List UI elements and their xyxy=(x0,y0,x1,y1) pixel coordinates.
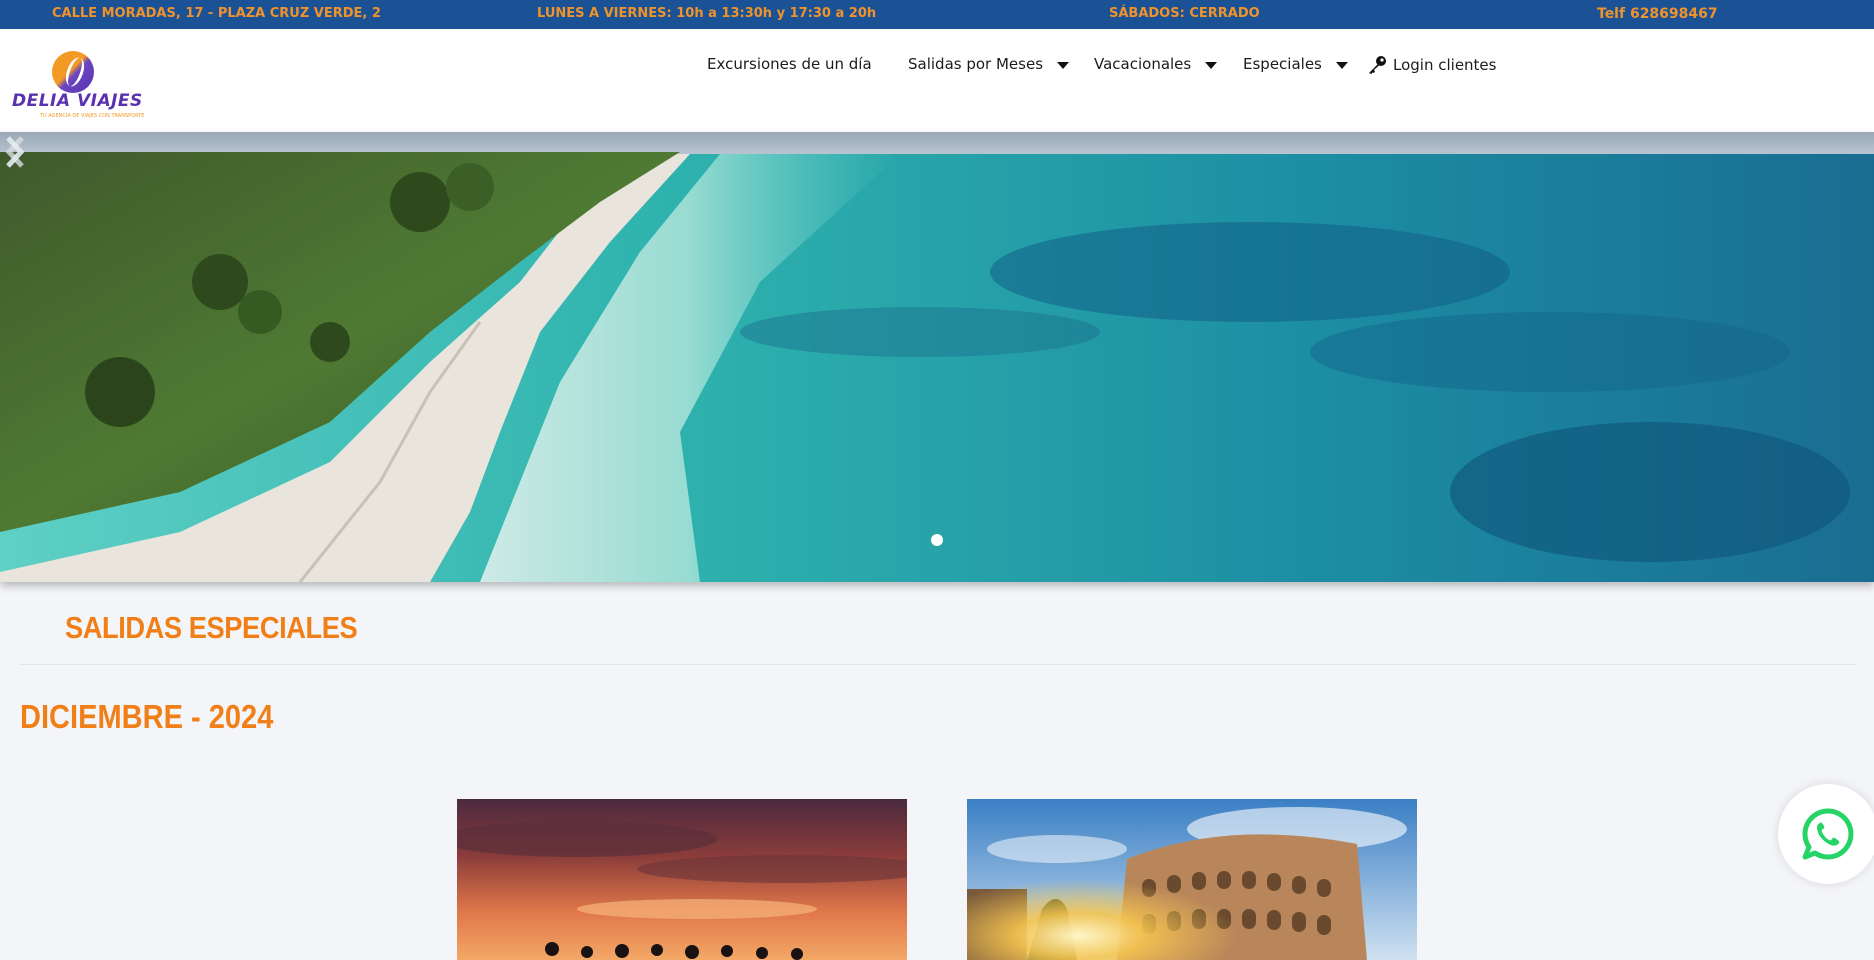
nav-item-especiales[interactable]: Especiales xyxy=(1243,55,1348,73)
nav-item-label: Login clientes xyxy=(1393,56,1497,74)
trip-card-colosseum[interactable] xyxy=(967,799,1417,960)
hero-slider[interactable] xyxy=(0,132,1874,582)
nav-item-label: Excursiones de un día xyxy=(707,55,872,73)
address-text: CALLE MORADAS, 17 - PLAZA CRUZ VERDE, 2 xyxy=(52,6,381,21)
next-slide-chevron-right-icon[interactable] xyxy=(0,132,30,172)
nav-item-salidas-por-meses[interactable]: Salidas por Meses xyxy=(908,55,1070,73)
logo-tagline: TU AGENCIA DE VIAJES CON TRANSPORTE xyxy=(40,113,145,119)
hero-image xyxy=(0,132,1874,582)
nav-item-label: Salidas por Meses xyxy=(908,55,1044,73)
slide-indicator-dot[interactable] xyxy=(931,534,943,546)
nav-item-label: Especiales xyxy=(1243,55,1322,73)
trip-card-sunset[interactable] xyxy=(457,799,907,960)
saturday-hours-text: SÁBADOS: CERRADO xyxy=(1109,6,1260,21)
nav-item-excursiones[interactable]: Excursiones de un día xyxy=(707,55,872,73)
nav-item-vacacionales[interactable]: Vacacionales xyxy=(1094,55,1218,73)
whatsapp-button[interactable] xyxy=(1778,784,1874,884)
section-title: SALIDAS ESPECIALES xyxy=(65,610,358,645)
nav-item-login[interactable]: Login clientes xyxy=(1367,55,1496,75)
top-info-bar: CALLE MORADAS, 17 - PLAZA CRUZ VERDE, 2 … xyxy=(0,0,1874,29)
main-nav: Excursiones de un día Salidas por Meses … xyxy=(0,29,1874,105)
key-icon xyxy=(1369,56,1386,74)
nav-item-label: Vacacionales xyxy=(1094,55,1192,73)
phone-text[interactable]: Telf 628698467 xyxy=(1597,6,1718,22)
whatsapp-icon xyxy=(1802,808,1854,860)
caret-down-icon xyxy=(1057,61,1070,69)
caret-down-icon xyxy=(1335,61,1348,69)
divider xyxy=(20,664,1856,665)
site-header: DELIA VIAJES TU AGENCIA DE VIAJES CON TR… xyxy=(0,29,1874,132)
caret-down-icon xyxy=(1205,61,1218,69)
month-title: DICIEMBRE - 2024 xyxy=(20,698,274,735)
card-image-sunset xyxy=(457,799,907,960)
opening-hours-text: LUNES A VIERNES: 10h a 13:30h y 17:30 a … xyxy=(537,6,877,21)
card-image-colosseum xyxy=(967,799,1417,960)
